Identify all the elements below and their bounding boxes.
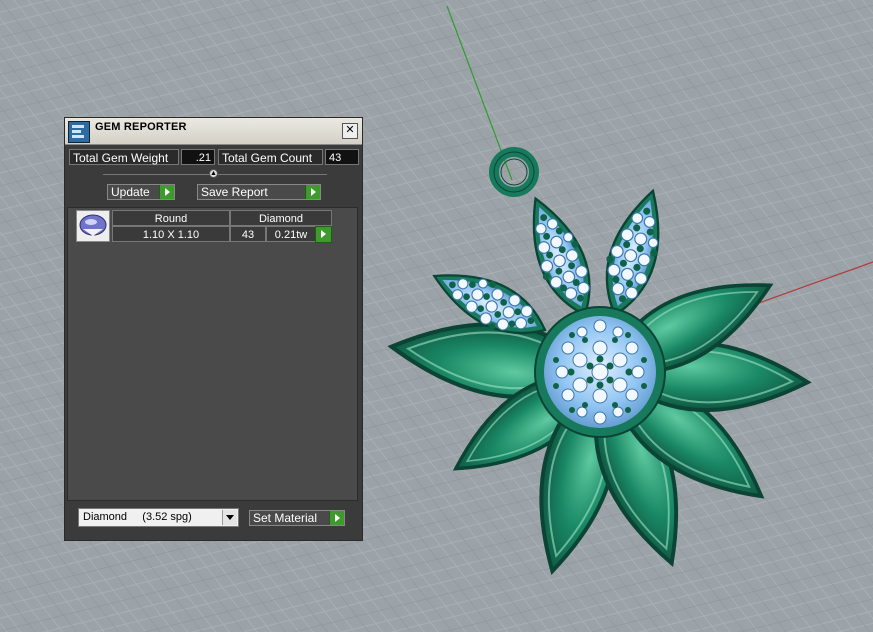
play-arrow-icon bbox=[329, 511, 344, 525]
gem-count-cell: 43 bbox=[230, 226, 266, 242]
title-bar[interactable]: GEM REPORTER ✕ bbox=[65, 118, 362, 145]
total-gem-weight-label: Total Gem Weight bbox=[69, 149, 179, 165]
gem-material-cell: Diamond bbox=[230, 210, 332, 226]
update-button[interactable]: Update bbox=[107, 184, 175, 200]
gem-shape-cell: Round bbox=[112, 210, 230, 226]
save-report-button-label: Save Report bbox=[201, 185, 268, 199]
chevron-down-icon[interactable] bbox=[222, 510, 237, 525]
panel-title: GEM REPORTER bbox=[95, 121, 187, 133]
play-arrow-icon bbox=[305, 185, 320, 199]
gem-weight-cell: 0.21tw bbox=[266, 226, 316, 242]
gem-report-list[interactable]: Round Diamond 1.10 X 1.10 43 0.21tw bbox=[67, 207, 358, 501]
material-select-value: Diamond (3.52 spg) bbox=[83, 511, 192, 523]
gem-row-action-button[interactable] bbox=[315, 226, 332, 243]
gem-size-cell: 1.10 X 1.10 bbox=[112, 226, 230, 242]
set-material-button[interactable]: Set Material bbox=[249, 510, 345, 526]
gem-report-icon bbox=[68, 121, 90, 143]
play-arrow-icon bbox=[315, 226, 332, 243]
play-arrow-icon bbox=[159, 185, 174, 199]
save-report-button[interactable]: Save Report bbox=[197, 184, 321, 200]
material-select[interactable]: Diamond (3.52 spg) bbox=[78, 508, 239, 527]
total-gem-weight-value: .21 bbox=[181, 149, 215, 165]
collapse-handle-icon[interactable]: ▲ bbox=[209, 169, 218, 178]
update-button-label: Update bbox=[111, 185, 150, 199]
gem-reporter-panel: GEM REPORTER ✕ Total Gem Weight .21 Tota… bbox=[64, 117, 363, 541]
total-gem-count-value: 43 bbox=[325, 149, 359, 165]
total-gem-count-label: Total Gem Count bbox=[218, 149, 323, 165]
close-icon[interactable]: ✕ bbox=[342, 123, 358, 139]
round-diamond-thumbnail bbox=[76, 210, 110, 242]
set-material-button-label: Set Material bbox=[253, 511, 318, 525]
